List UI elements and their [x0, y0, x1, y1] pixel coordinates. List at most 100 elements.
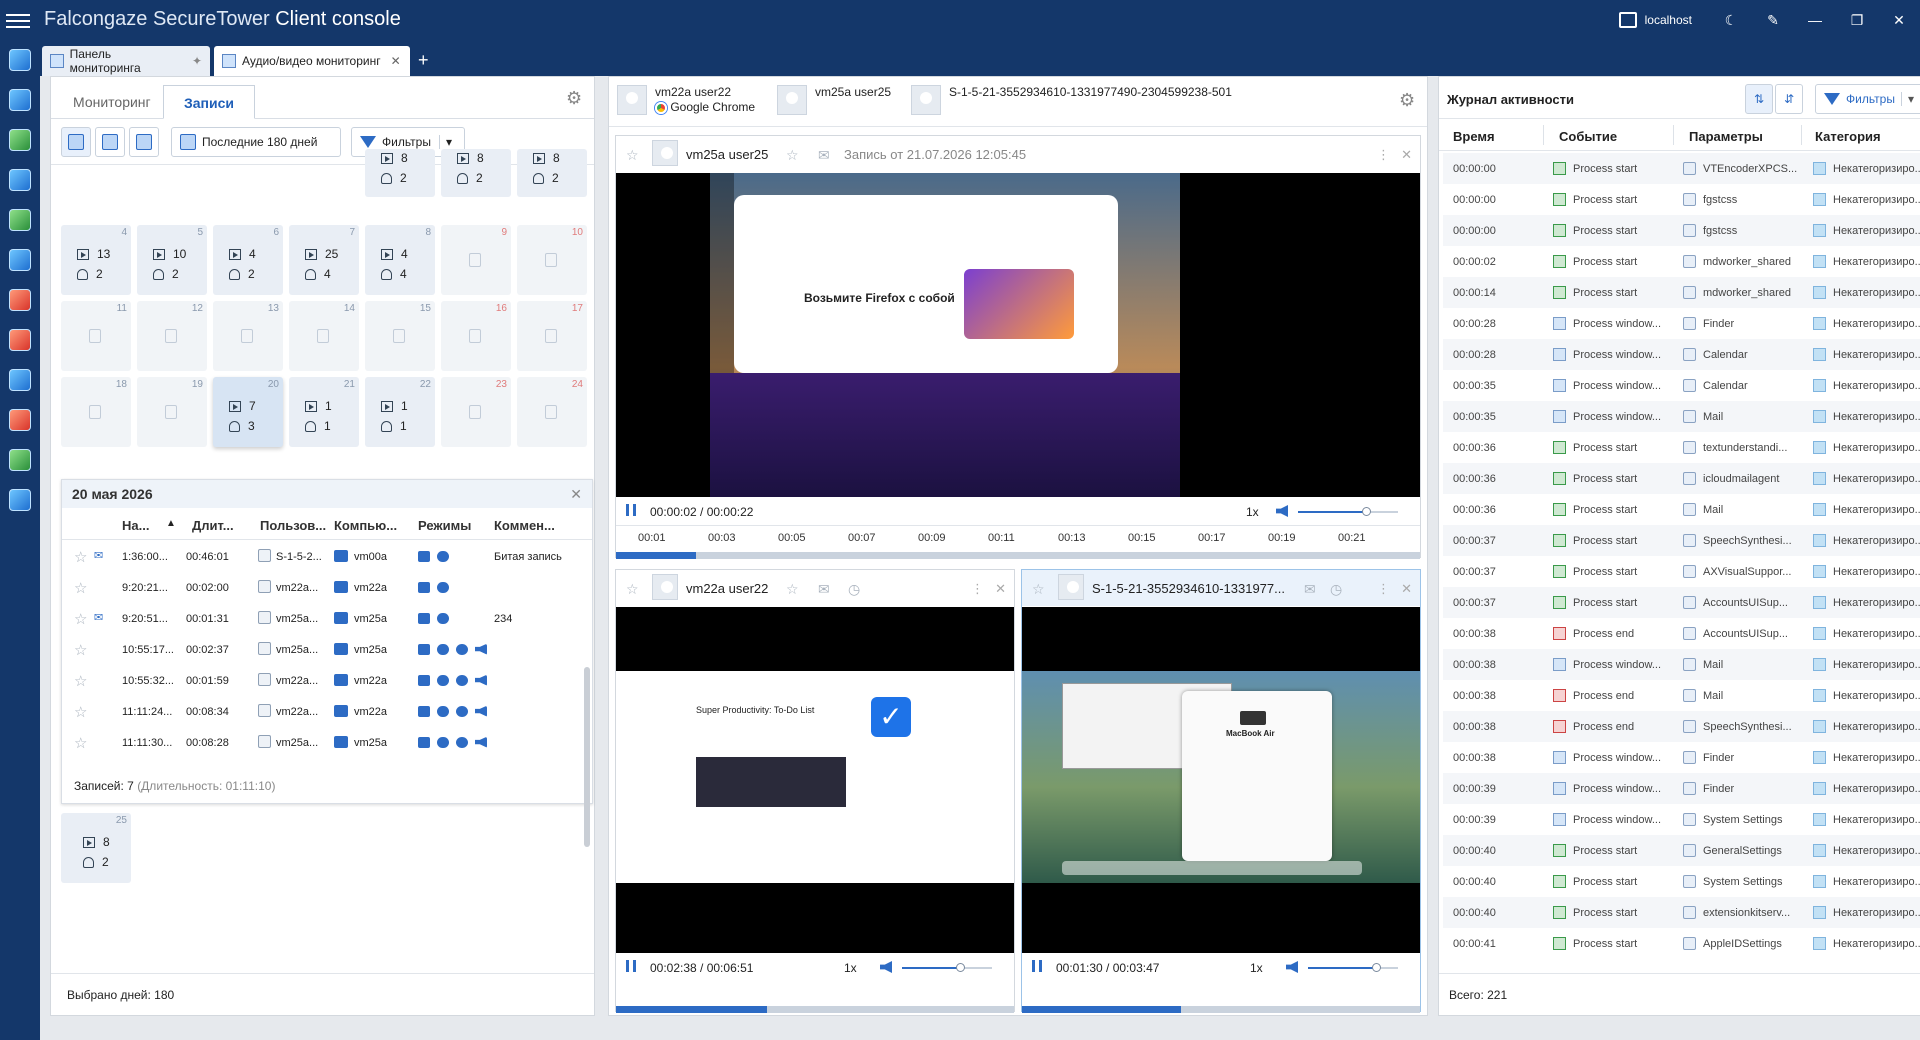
speed-button[interactable]: 1x — [844, 961, 857, 975]
calendar-day-20[interactable]: 20 7 3 — [213, 377, 283, 447]
calendar-day-25[interactable]: 25 8 2 — [61, 813, 131, 883]
favorite-star-icon[interactable]: ☆ — [626, 147, 639, 164]
col-parameters[interactable]: Параметры — [1689, 129, 1763, 144]
close-player-icon[interactable]: ✕ — [1401, 581, 1412, 597]
log-row[interactable]: 00:00:28 Process window... Finder Некатегор… — [1443, 308, 1920, 339]
log-row[interactable]: 00:00:40 Process start extensionkitserv...… — [1443, 897, 1920, 928]
log-row[interactable]: 00:00:36 Process start icloudmailagent Нека… — [1443, 463, 1920, 494]
log-row[interactable]: 00:00:00 Process start VTEncoderXPCS... Нек… — [1443, 153, 1920, 184]
close-tab-icon[interactable]: ✕ — [391, 54, 401, 68]
col-category[interactable]: Категория — [1815, 129, 1881, 144]
record-row[interactable]: ☆ ✉ 9:20:51... 00:01:31 vm25a... vm25a 234 — [62, 604, 592, 635]
computers-view-button[interactable] — [129, 127, 159, 157]
calendar-day[interactable]: 82 — [365, 149, 435, 197]
calendar-day-24[interactable]: 24 — [517, 377, 587, 447]
log-row[interactable]: 00:00:40 Process start GeneralSettings Нека… — [1443, 835, 1920, 866]
security-module-icon[interactable] — [9, 249, 31, 271]
calendar-day-21[interactable]: 21 1 1 — [289, 377, 359, 447]
header-user-1[interactable]: vm22a user22 Google Chrome — [617, 85, 755, 115]
log-row[interactable]: 00:00:41 Process start AppleIDSettings Нека… — [1443, 928, 1920, 959]
log-row[interactable]: 00:00:38 Process window... Finder Некатегор… — [1443, 742, 1920, 773]
left-scrollbar[interactable] — [584, 667, 590, 847]
calendar-day-10[interactable]: 10 — [517, 225, 587, 295]
log-row[interactable]: 00:00:00 Process start fgstcss Некатегоризи… — [1443, 184, 1920, 215]
pin-icon[interactable]: ✦ — [192, 54, 202, 68]
sort-asc-button[interactable]: ⇅ — [1745, 84, 1773, 114]
header-user-3[interactable]: S-1-5-21-3552934610-1331977490-230459923… — [911, 85, 1232, 115]
col-start[interactable]: На... — [122, 518, 149, 533]
alert-module-icon[interactable] — [9, 289, 31, 311]
players-settings-gear-icon[interactable]: ⚙ — [1399, 91, 1417, 109]
log-row[interactable]: 00:00:36 Process start Mail Некатегоризиро.… — [1443, 494, 1920, 525]
calendar-day[interactable]: 82 — [517, 149, 587, 197]
record-row[interactable]: ☆ ✉ 1:36:00... 00:46:01 S-1-5-2... vm00a Битая… — [62, 542, 592, 573]
calendar-day-6[interactable]: 6 4 2 — [213, 225, 283, 295]
log-row[interactable]: 00:00:35 Process window... Calendar Некатег… — [1443, 370, 1920, 401]
devices-module-icon[interactable] — [9, 369, 31, 391]
workstation-module-icon[interactable] — [9, 489, 31, 511]
progress-bar[interactable] — [616, 1006, 1014, 1013]
server-host[interactable]: localhost — [1618, 12, 1692, 28]
log-filters-button[interactable]: Фильтры ▾ — [1815, 84, 1920, 114]
tab-monitoring-dashboard[interactable]: Панель мониторинга ✦ — [42, 46, 210, 76]
log-row[interactable]: 00:00:38 Process end SpeechSynthesi... Нека… — [1443, 711, 1920, 742]
volume-icon[interactable] — [1286, 961, 1298, 973]
progress-bar[interactable] — [1022, 1006, 1420, 1013]
speed-button[interactable]: 1x — [1250, 961, 1263, 975]
volume-slider[interactable] — [1308, 963, 1398, 972]
favorite-star-icon[interactable]: ☆ — [74, 734, 87, 752]
add-tab-icon[interactable]: + — [418, 50, 429, 71]
log-row[interactable]: 00:00:28 Process window... Calendar Некатег… — [1443, 339, 1920, 370]
record-row[interactable]: ☆ 11:11:30... 00:08:28 vm25a... vm25a — [62, 728, 592, 759]
favorite-star-icon[interactable]: ☆ — [74, 641, 87, 659]
log-row[interactable]: 00:00:38 Process end Mail Некатегоризиро... — [1443, 680, 1920, 711]
calendar-day-16[interactable]: 16 — [441, 301, 511, 371]
sort-desc-button[interactable]: ⇵ — [1775, 84, 1803, 114]
tab-records[interactable]: Записи — [163, 85, 256, 119]
more-options-icon[interactable]: ⋮ — [971, 581, 984, 597]
timeline[interactable]: 00:01 00:03 00:05 00:07 00:09 00:11 00:13 00:15… — [616, 525, 1420, 559]
col-event[interactable]: Событие — [1559, 129, 1617, 144]
chevron-down-icon[interactable]: ▾ — [438, 135, 452, 149]
favorite-star-icon[interactable]: ☆ — [74, 703, 87, 721]
header-user-2[interactable]: vm25a user25 — [777, 85, 891, 115]
tab-monitoring[interactable]: Мониторинг — [53, 85, 171, 119]
av-monitoring-module-icon[interactable] — [9, 409, 31, 431]
pause-icon[interactable] — [626, 504, 636, 516]
volume-slider[interactable] — [1298, 507, 1398, 516]
incident-module-icon[interactable] — [9, 329, 31, 351]
dashboard-module-icon[interactable] — [9, 49, 31, 71]
chevron-down-icon[interactable]: ▾ — [1900, 92, 1914, 106]
record-row[interactable]: ☆ 10:55:17... 00:02:37 vm25a... vm25a — [62, 635, 592, 666]
calendar-day-17[interactable]: 17 — [517, 301, 587, 371]
comment-icon[interactable]: ✉ — [1304, 581, 1316, 598]
favorite-star-icon[interactable]: ☆ — [786, 581, 799, 598]
calendar-day-7[interactable]: 7 25 4 — [289, 225, 359, 295]
feedback-icon[interactable]: ✎ — [1752, 12, 1794, 29]
comment-icon[interactable]: ✉ — [818, 581, 830, 598]
favorite-star-icon[interactable]: ☆ — [786, 147, 799, 164]
favorite-star-icon[interactable]: ☆ — [74, 672, 87, 690]
history-icon[interactable]: ◷ — [848, 581, 860, 598]
calendar-day-12[interactable]: 12 — [137, 301, 207, 371]
col-computer[interactable]: Компью... — [334, 518, 397, 533]
period-selector[interactable]: Последние 180 дней — [171, 127, 341, 157]
users-view-button[interactable] — [95, 127, 125, 157]
video-screen[interactable]: Super Productivity: To-Do List ✓ — [616, 607, 1014, 953]
log-row[interactable]: 00:00:38 Process end AccountsUISup... Некат… — [1443, 618, 1920, 649]
minimize-icon[interactable]: — — [1794, 12, 1836, 28]
log-row[interactable]: 00:00:37 Process start AccountsUISup... Нек… — [1443, 587, 1920, 618]
calendar-view-button[interactable] — [61, 127, 91, 157]
settings-gear-icon[interactable]: ⚙ — [566, 89, 584, 107]
log-row[interactable]: 00:00:37 Process start AXVisualSuppor... Не… — [1443, 556, 1920, 587]
log-row[interactable]: 00:00:39 Process window... Finder Некатегор… — [1443, 773, 1920, 804]
log-row[interactable]: 00:00:40 Process start System Settings Нека… — [1443, 866, 1920, 897]
more-options-icon[interactable]: ⋮ — [1377, 147, 1390, 163]
reports-module-icon[interactable] — [9, 449, 31, 471]
calendar-day-9[interactable]: 9 — [441, 225, 511, 295]
close-player-icon[interactable]: ✕ — [995, 581, 1006, 597]
volume-slider[interactable] — [902, 963, 992, 972]
user-search-module-icon[interactable] — [9, 169, 31, 191]
pause-icon[interactable] — [626, 960, 636, 972]
calendar-day-15[interactable]: 15 — [365, 301, 435, 371]
